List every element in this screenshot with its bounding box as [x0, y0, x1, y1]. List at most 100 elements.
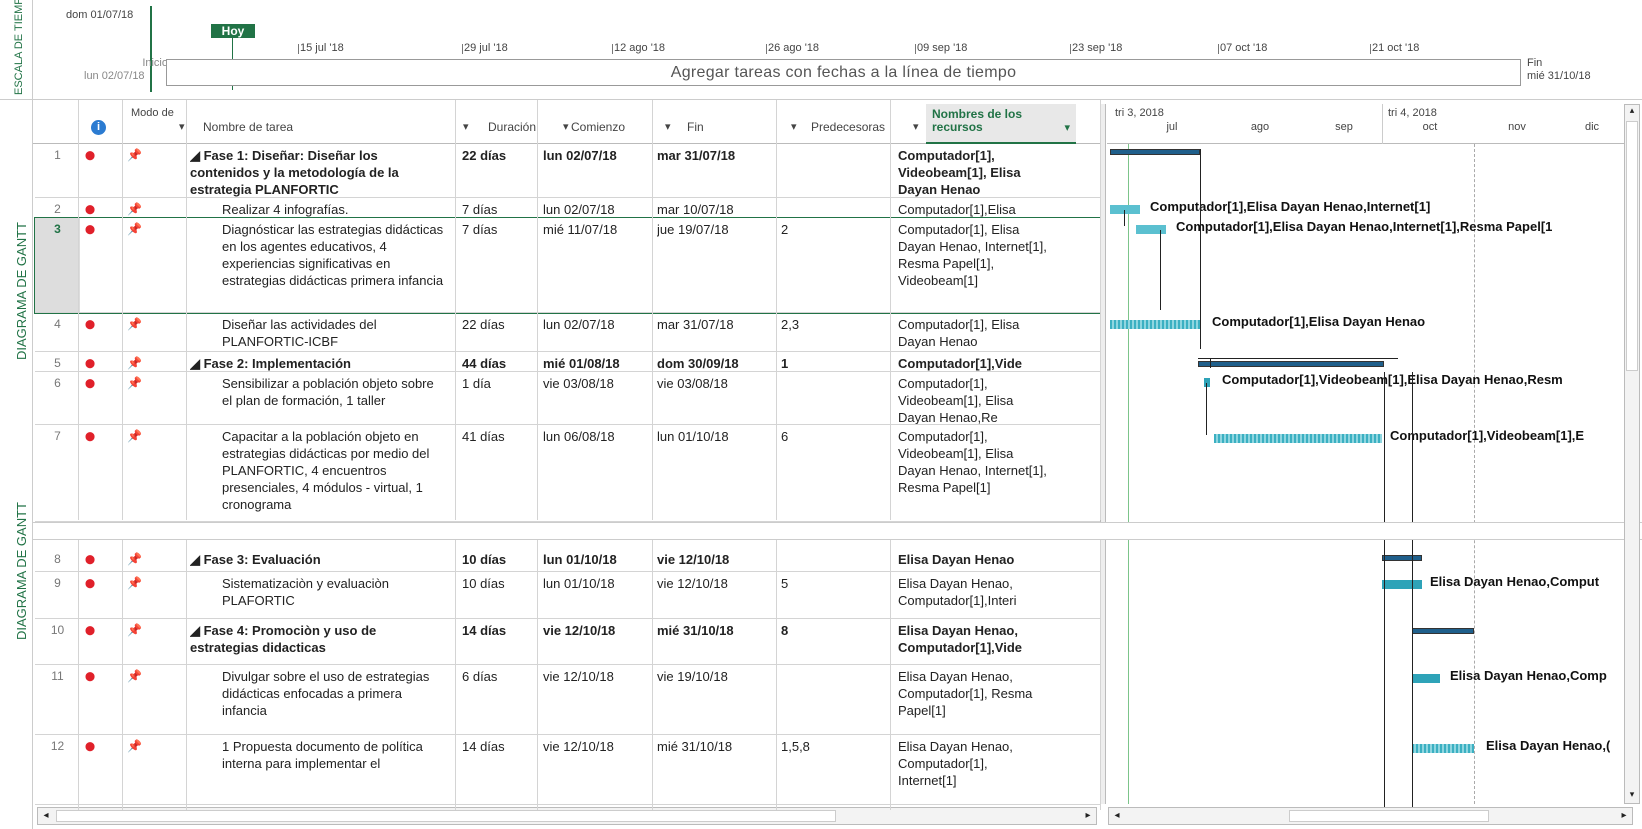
cell-duration[interactable]: 14 días	[462, 622, 537, 664]
timeline-side-tab[interactable]: ESCALA DE TIEMPO	[13, 0, 25, 95]
cell-duration[interactable]: 1 día	[462, 375, 537, 424]
cell-duration[interactable]: 10 días	[462, 575, 537, 618]
cell-start[interactable]: vie 12/10/18	[543, 738, 651, 804]
cell-end[interactable]: mar 10/07/18	[657, 201, 775, 217]
resources-column-header[interactable]: Nombres de los recursos ▾	[926, 104, 1076, 144]
cell-end[interactable]: lun 01/10/18	[657, 428, 775, 521]
cell-res[interactable]: Elisa Dayan Henao, Computador[1], Resma …	[898, 668, 1048, 734]
gantt-task-bar[interactable]	[1110, 205, 1140, 214]
gantt-task-bar[interactable]	[1412, 674, 1440, 683]
cell-end[interactable]: vie 12/10/18	[657, 575, 775, 618]
gantt-task-bar[interactable]	[1412, 628, 1474, 634]
cell-name[interactable]: Sensibilizar a población objeto sobre el…	[190, 375, 445, 424]
cell-start[interactable]: lun 01/10/18	[543, 551, 651, 571]
cell-res[interactable]: Computador[1], Videobeam[1], Elisa Dayan…	[898, 375, 1048, 424]
cell-duration[interactable]: 7 días	[462, 221, 537, 312]
cell-name[interactable]: Sistematizaciòn y evaluaciòn PLAFORTIC	[190, 575, 445, 618]
row-number[interactable]: 4	[35, 316, 80, 333]
resource-indicator-icon[interactable]: ⬤	[85, 147, 95, 164]
cell-pred[interactable]	[781, 147, 891, 197]
cell-name[interactable]: Divulgar sobre el uso de estrategias did…	[190, 668, 445, 734]
cell-pred[interactable]: 1	[781, 355, 891, 371]
cell-duration[interactable]: 22 días	[462, 316, 537, 351]
gantt-view-tab[interactable]: DIAGRAMA DE GANTT	[14, 222, 29, 360]
cell-start[interactable]: lun 02/07/18	[543, 147, 651, 197]
gantt-task-bar[interactable]	[1412, 744, 1474, 753]
cell-pred[interactable]: 5	[781, 575, 891, 618]
resource-indicator-icon[interactable]: ⬤	[85, 428, 95, 445]
task-row[interactable]: 9 ⬤ 📌 Sistematizaciòn y evaluaciòn PLAFORTI…	[35, 572, 1100, 619]
pred-dropdown-icon[interactable]: ▾	[913, 121, 919, 134]
task-row[interactable]: 5 ⬤ 📌 ◢ Fase 2: Implementación 44 días mié 01…	[35, 352, 1100, 372]
info-column-header[interactable]: i	[91, 117, 106, 135]
cell-duration[interactable]: 44 días	[462, 355, 537, 371]
duration-column-header[interactable]: Duración	[488, 121, 536, 134]
resource-indicator-icon[interactable]: ⬤	[85, 738, 95, 755]
task-row[interactable]: 7 ⬤ 📌 Capacitar a la población objeto en es…	[35, 425, 1100, 522]
cell-res[interactable]: Elisa Dayan Henao, Computador[1],Interi	[898, 575, 1048, 618]
cell-res[interactable]: Computador[1],Elisa	[898, 201, 1048, 217]
cell-end[interactable]: vie 03/08/18	[657, 375, 775, 424]
cell-name[interactable]: 1 Propuesta documento de política intern…	[190, 738, 445, 804]
row-number[interactable]: 11	[35, 668, 80, 685]
gantt-task-bar[interactable]	[1136, 225, 1166, 234]
cell-pred[interactable]	[781, 668, 891, 734]
gantt-task-bar[interactable]	[1382, 555, 1422, 561]
task-row[interactable]: 1 ⬤ 📌 ◢ Fase 1: Diseñar: Diseñar los conten…	[35, 144, 1100, 198]
row-number[interactable]: 2	[35, 201, 80, 218]
cell-res[interactable]: Elisa Dayan Henao, Computador[1], Intern…	[898, 738, 1048, 804]
cell-start[interactable]: lun 02/07/18	[543, 316, 651, 351]
cell-pred[interactable]: 2,3	[781, 316, 891, 351]
cell-name[interactable]: ◢ Fase 1: Diseñar: Diseñar los contenido…	[190, 147, 445, 197]
name-column-header[interactable]: Nombre de tarea	[203, 121, 293, 134]
row-number[interactable]: 10	[35, 622, 80, 639]
gantt-task-bar[interactable]	[1214, 434, 1382, 443]
cell-start[interactable]: lun 02/07/18	[543, 201, 651, 217]
cell-duration[interactable]: 41 días	[462, 428, 537, 521]
cell-duration[interactable]: 7 días	[462, 201, 537, 217]
gantt-task-bar[interactable]	[1198, 361, 1384, 367]
row-number[interactable]: 7	[35, 428, 80, 445]
cell-start[interactable]: lun 06/08/18	[543, 428, 651, 521]
mode-column-header[interactable]: Modo de	[131, 107, 186, 120]
cell-name[interactable]: Diagnósticar las estrategias didácticas …	[190, 221, 445, 312]
cell-pred[interactable]: 8	[781, 622, 891, 664]
task-row[interactable]: 11 ⬤ 📌 Divulgar sobre el uso de estrategias…	[35, 665, 1100, 735]
name-dropdown-icon[interactable]: ▾	[463, 121, 469, 134]
task-row[interactable]: 3 ⬤ 📌 Diagnósticar las estrategias didáctic…	[34, 217, 1101, 314]
duration-dropdown-icon[interactable]: ▾	[563, 121, 569, 134]
cell-end[interactable]: jue 19/07/18	[657, 221, 775, 312]
task-row[interactable]: 8 ⬤ 📌 ◢ Fase 3: Evaluación 10 días lun 01/10/…	[35, 548, 1100, 572]
row-number[interactable]: 3	[35, 218, 80, 312]
gantt-task-bar[interactable]	[1110, 149, 1200, 155]
end-dropdown-icon[interactable]: ▾	[791, 121, 797, 134]
gantt-horizontal-scrollbar[interactable]: ◂ ▸	[1108, 807, 1633, 825]
cell-res[interactable]: Elisa Dayan Henao	[898, 551, 1048, 571]
cell-end[interactable]: vie 12/10/18	[657, 551, 775, 571]
cell-res[interactable]: Computador[1], Elisa Dayan Henao, Intern…	[898, 221, 1048, 312]
cell-pred[interactable]	[781, 201, 891, 217]
cell-name[interactable]: ◢ Fase 2: Implementación	[190, 355, 445, 371]
cell-name[interactable]: Diseñar las actividades del PLANFORTIC-I…	[190, 316, 445, 351]
cell-name[interactable]: ◢ Fase 4: Promociòn y uso de estrategias…	[190, 622, 445, 664]
gantt-view-tab-lower[interactable]: DIAGRAMA DE GANTT	[14, 502, 29, 640]
resource-indicator-icon[interactable]: ⬤	[85, 575, 95, 592]
resource-indicator-icon[interactable]: ⬤	[85, 201, 95, 218]
resource-indicator-icon[interactable]: ⬤	[85, 221, 95, 238]
cell-pred[interactable]	[781, 375, 891, 424]
cell-start[interactable]: mié 11/07/18	[543, 221, 651, 312]
cell-res[interactable]: Elisa Dayan Henao, Computador[1],Vide	[898, 622, 1048, 664]
resource-indicator-icon[interactable]: ⬤	[85, 668, 95, 685]
row-number[interactable]: 5	[35, 355, 80, 372]
pred-column-header[interactable]: Predecesoras	[811, 121, 885, 134]
cell-pred[interactable]	[781, 551, 891, 571]
cell-pred[interactable]: 1,5,8	[781, 738, 891, 804]
row-number[interactable]: 9	[35, 575, 80, 592]
cell-res[interactable]: Computador[1], Videobeam[1], Elisa Dayan…	[898, 147, 1048, 197]
grid-horizontal-scrollbar[interactable]: ◂ ▸	[37, 807, 1097, 825]
task-row[interactable]: 4 ⬤ 📌 Diseñar las actividades del PLANFORTI…	[35, 313, 1100, 352]
mode-dropdown-icon[interactable]: ▾	[179, 121, 185, 134]
cell-end[interactable]: vie 19/10/18	[657, 668, 775, 734]
cell-name[interactable]: Capacitar a la población objeto en estra…	[190, 428, 445, 521]
cell-start[interactable]: lun 01/10/18	[543, 575, 651, 618]
